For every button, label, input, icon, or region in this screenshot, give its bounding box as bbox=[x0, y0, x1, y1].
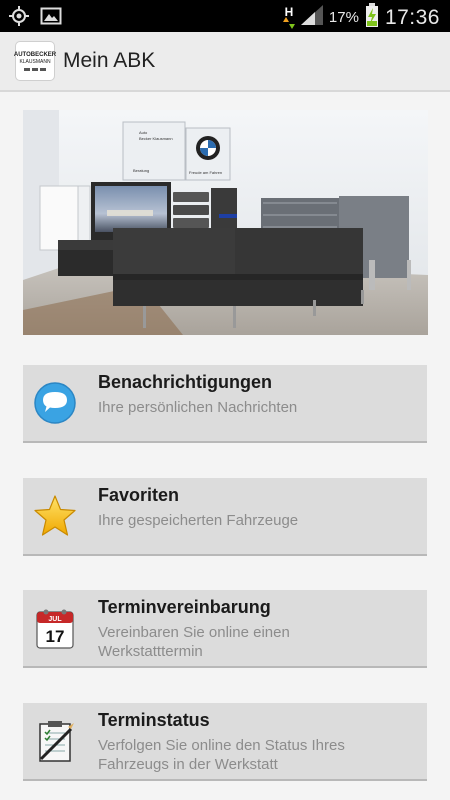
menu-item-favoriten[interactable]: Favoriten Ihre gespeicherten Fahrzeuge bbox=[23, 478, 427, 556]
network-type-icon: H bbox=[282, 4, 295, 29]
logo-text-line1: AUTOBECKER bbox=[13, 51, 57, 58]
menu-item-title: Favoriten bbox=[98, 485, 180, 505]
clock: 17:36 bbox=[384, 5, 440, 29]
menu-item-subtitle: Ihre persönlichen Nachrichten bbox=[98, 399, 298, 416]
calendar-day: 17 bbox=[46, 627, 65, 646]
signal-icon bbox=[300, 5, 323, 30]
menu-item-terminvereinbarung[interactable]: JUL 17 Terminvereinbarung Vereinbaren Si… bbox=[23, 590, 427, 668]
menu-item-benachrichtigungen[interactable]: Benachrichtigungen Ihre persönlichen Nac… bbox=[23, 365, 427, 443]
menu-item-terminstatus[interactable]: Terminstatus Verfolgen Sie online den St… bbox=[23, 703, 427, 781]
battery-charging-icon bbox=[365, 3, 379, 32]
app-logo[interactable]: AUTOBECKER KLAUSMANN bbox=[13, 41, 57, 81]
bmw-logo bbox=[196, 136, 220, 160]
hero-image: Auto Becker Klausmann Beratung Freude am… bbox=[23, 110, 428, 335]
menu-item-subtitle: Verfolgen Sie online den Status Ihres Fa… bbox=[98, 737, 345, 773]
network-type-label: H bbox=[284, 4, 294, 19]
star-icon bbox=[33, 494, 77, 538]
action-bar: AUTOBECKER KLAUSMANN Mein ABK bbox=[0, 32, 450, 92]
showroom-sign-brand: Freude am Fahren bbox=[189, 170, 222, 175]
status-bar: H 17% 17:36 bbox=[0, 0, 450, 32]
checklist-icon bbox=[33, 719, 77, 763]
showroom-sign-text-2: Becker Klausmann bbox=[139, 136, 173, 141]
menu-item-title: Benachrichtigungen bbox=[98, 372, 273, 392]
menu-item-subtitle: Ihre gespeicherten Fahrzeuge bbox=[98, 512, 299, 529]
showroom-sign-text-1: Auto bbox=[139, 130, 148, 135]
showroom-sign-text-3: Beratung bbox=[133, 168, 149, 173]
menu-item-subtitle: Vereinbaren Sie online einen Werkstattte… bbox=[98, 624, 290, 660]
speech-bubble-icon bbox=[33, 381, 77, 425]
battery-percent: 17% bbox=[328, 9, 359, 26]
menu-item-title: Terminstatus bbox=[98, 710, 210, 730]
app-title: Mein ABK bbox=[63, 49, 156, 72]
gps-icon bbox=[8, 5, 30, 32]
image-icon bbox=[40, 5, 62, 32]
menu-item-title: Terminvereinbarung bbox=[98, 597, 271, 617]
logo-text-line2: KLAUSMANN bbox=[19, 58, 51, 65]
calendar-icon: JUL 17 bbox=[33, 606, 77, 650]
calendar-month: JUL bbox=[48, 616, 62, 623]
logo-brand-marks bbox=[24, 67, 46, 71]
